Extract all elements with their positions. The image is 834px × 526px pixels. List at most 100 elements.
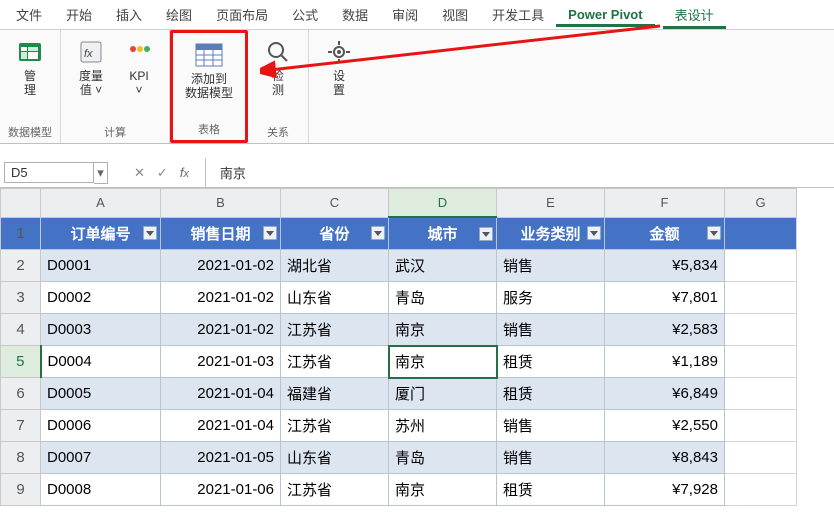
- row-header-7[interactable]: 7: [1, 410, 41, 442]
- empty-cell[interactable]: [725, 474, 797, 506]
- cell-6-D[interactable]: 厦门: [389, 378, 497, 410]
- tab-review[interactable]: 审阅: [380, 0, 430, 29]
- cell-2-F[interactable]: ¥5,834: [605, 250, 725, 282]
- confirm-icon[interactable]: ✓: [157, 165, 168, 181]
- cell-9-E[interactable]: 租赁: [497, 474, 605, 506]
- col-header-G[interactable]: G: [725, 189, 797, 218]
- kpi-button[interactable]: KPI ˅: [115, 34, 163, 102]
- empty-cell[interactable]: [725, 442, 797, 474]
- cell-7-A[interactable]: D0006: [41, 410, 161, 442]
- cell-5-E[interactable]: 租赁: [497, 346, 605, 378]
- spreadsheet-grid[interactable]: ABCDEFG1订单编号销售日期省份城市业务类别金额2D00012021-01-…: [0, 188, 834, 506]
- name-box-dropdown[interactable]: ▾: [94, 162, 108, 184]
- table-header-0[interactable]: 订单编号: [41, 217, 161, 250]
- row-header-1[interactable]: 1: [1, 217, 41, 250]
- detect-button[interactable]: 检 测: [254, 34, 302, 102]
- cell-7-B[interactable]: 2021-01-04: [161, 410, 281, 442]
- tab-powerpivot[interactable]: Power Pivot: [556, 2, 654, 27]
- filter-dropdown-icon[interactable]: [371, 226, 385, 240]
- col-header-F[interactable]: F: [605, 189, 725, 218]
- cell-3-F[interactable]: ¥7,801: [605, 282, 725, 314]
- cell-6-E[interactable]: 租赁: [497, 378, 605, 410]
- table-header-4[interactable]: 业务类别: [497, 217, 605, 250]
- cell-5-F[interactable]: ¥1,189: [605, 346, 725, 378]
- cell-3-B[interactable]: 2021-01-02: [161, 282, 281, 314]
- cell-8-E[interactable]: 销售: [497, 442, 605, 474]
- row-header-9[interactable]: 9: [1, 474, 41, 506]
- cell-6-B[interactable]: 2021-01-04: [161, 378, 281, 410]
- cell-8-B[interactable]: 2021-01-05: [161, 442, 281, 474]
- empty-cell[interactable]: [725, 410, 797, 442]
- tab-formulas[interactable]: 公式: [280, 0, 330, 29]
- filter-dropdown-icon[interactable]: [143, 226, 157, 240]
- tab-view[interactable]: 视图: [430, 0, 480, 29]
- cancel-icon[interactable]: ✕: [134, 165, 145, 181]
- cell-2-D[interactable]: 武汉: [389, 250, 497, 282]
- empty-cell[interactable]: [725, 282, 797, 314]
- cell-6-A[interactable]: D0005: [41, 378, 161, 410]
- cell-4-D[interactable]: 南京: [389, 314, 497, 346]
- empty-cell[interactable]: [725, 314, 797, 346]
- col-header-B[interactable]: B: [161, 189, 281, 218]
- cell-7-D[interactable]: 苏州: [389, 410, 497, 442]
- col-header-D[interactable]: D: [389, 189, 497, 218]
- table-header-2[interactable]: 省份: [281, 217, 389, 250]
- row-header-2[interactable]: 2: [1, 250, 41, 282]
- cell-4-A[interactable]: D0003: [41, 314, 161, 346]
- measure-button[interactable]: fx 度量 值 ˅: [67, 34, 115, 102]
- table-header-3[interactable]: 城市: [389, 217, 497, 250]
- cell-8-C[interactable]: 山东省: [281, 442, 389, 474]
- cell-5-C[interactable]: 江苏省: [281, 346, 389, 378]
- cell-9-F[interactable]: ¥7,928: [605, 474, 725, 506]
- cell-8-A[interactable]: D0007: [41, 442, 161, 474]
- table-header-1[interactable]: 销售日期: [161, 217, 281, 250]
- cell-5-D[interactable]: 南京: [389, 346, 497, 378]
- cell-7-E[interactable]: 销售: [497, 410, 605, 442]
- cell-9-D[interactable]: 南京: [389, 474, 497, 506]
- empty-cell[interactable]: [725, 378, 797, 410]
- tab-home[interactable]: 开始: [54, 0, 104, 29]
- row-header-6[interactable]: 6: [1, 378, 41, 410]
- cell-2-B[interactable]: 2021-01-02: [161, 250, 281, 282]
- cell-2-A[interactable]: D0001: [41, 250, 161, 282]
- empty-cell[interactable]: [725, 217, 797, 250]
- filter-dropdown-icon[interactable]: [263, 226, 277, 240]
- empty-cell[interactable]: [725, 250, 797, 282]
- cell-5-A[interactable]: D0004: [41, 346, 161, 378]
- row-header-5[interactable]: 5: [1, 346, 41, 378]
- cell-9-C[interactable]: 江苏省: [281, 474, 389, 506]
- cell-7-F[interactable]: ¥2,550: [605, 410, 725, 442]
- tab-tabledesign[interactable]: 表设计: [663, 0, 726, 29]
- cell-4-E[interactable]: 销售: [497, 314, 605, 346]
- cell-3-E[interactable]: 服务: [497, 282, 605, 314]
- col-header-E[interactable]: E: [497, 189, 605, 218]
- tab-data[interactable]: 数据: [330, 0, 380, 29]
- cell-9-B[interactable]: 2021-01-06: [161, 474, 281, 506]
- table-header-5[interactable]: 金额: [605, 217, 725, 250]
- row-header-8[interactable]: 8: [1, 442, 41, 474]
- cell-2-C[interactable]: 湖北省: [281, 250, 389, 282]
- cell-4-F[interactable]: ¥2,583: [605, 314, 725, 346]
- settings-button[interactable]: 设 置: [315, 34, 363, 102]
- cell-8-D[interactable]: 青岛: [389, 442, 497, 474]
- col-header-C[interactable]: C: [281, 189, 389, 218]
- cell-8-F[interactable]: ¥8,843: [605, 442, 725, 474]
- filter-dropdown-icon[interactable]: [707, 226, 721, 240]
- cell-7-C[interactable]: 江苏省: [281, 410, 389, 442]
- empty-cell[interactable]: [725, 346, 797, 378]
- tab-file[interactable]: 文件: [4, 0, 54, 29]
- row-header-3[interactable]: 3: [1, 282, 41, 314]
- cell-6-F[interactable]: ¥6,849: [605, 378, 725, 410]
- filter-dropdown-icon[interactable]: [479, 227, 493, 241]
- cell-3-D[interactable]: 青岛: [389, 282, 497, 314]
- cell-2-E[interactable]: 销售: [497, 250, 605, 282]
- cell-4-C[interactable]: 江苏省: [281, 314, 389, 346]
- tab-dev[interactable]: 开发工具: [480, 0, 556, 29]
- cell-6-C[interactable]: 福建省: [281, 378, 389, 410]
- filter-dropdown-icon[interactable]: [587, 226, 601, 240]
- cell-9-A[interactable]: D0008: [41, 474, 161, 506]
- cell-4-B[interactable]: 2021-01-02: [161, 314, 281, 346]
- col-header-A[interactable]: A: [41, 189, 161, 218]
- cell-5-B[interactable]: 2021-01-03: [161, 346, 281, 378]
- name-box[interactable]: D5: [4, 162, 94, 183]
